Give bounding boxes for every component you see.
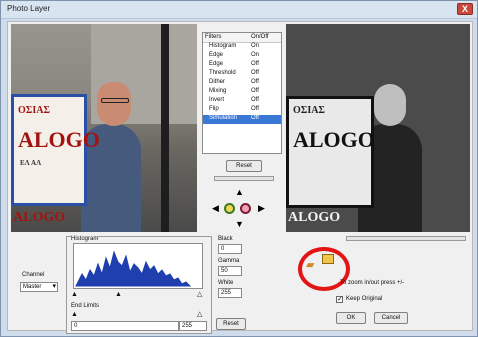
arrow-left-icon[interactable]: ◀: [212, 204, 219, 213]
keep-original-checkbox[interactable]: [336, 295, 343, 304]
filter-name: Threshold: [209, 70, 236, 76]
filter-row[interactable]: Edge Off: [203, 61, 281, 70]
end-limit-max-handle-icon[interactable]: △: [197, 311, 202, 318]
zoom-out-icon[interactable]: [240, 203, 251, 214]
histogram-curve: [75, 250, 192, 287]
filter-name: Edge: [209, 52, 224, 58]
filter-name: Dither: [209, 79, 226, 85]
filters-header: Filters On/Off: [203, 33, 281, 43]
filter-row[interactable]: Dither Off: [203, 79, 281, 88]
filter-row[interactable]: Flip Off: [203, 106, 281, 115]
filter-name: Simulation: [209, 115, 238, 121]
sign-text-1: ΟΣΙΑΣ: [18, 105, 50, 116]
photo-layer-window: Photo Layer X ΟΣΙΑΣ ALOGO ΕΛ ΑΛ ALOGO Fi…: [0, 0, 478, 337]
processed-photo: ΟΣΙΑΣ ALOGO ALOGO: [286, 24, 470, 232]
black-input[interactable]: 0: [218, 244, 242, 254]
processed-person-head: [374, 84, 406, 126]
histogram-label: Histogram: [71, 236, 99, 242]
cancel-button[interactable]: Cancel: [374, 312, 408, 324]
filter-row[interactable]: Edge On: [203, 52, 281, 61]
filter-state: Off: [251, 106, 259, 112]
filter-name: Flip: [209, 106, 219, 112]
end-limit-min-input[interactable]: 0: [71, 321, 179, 331]
pan-zoom-controls: ▲ ▼ ◀ ▶: [208, 188, 270, 230]
filter-row[interactable]: Histogram On: [203, 43, 281, 52]
end-limit-max-input[interactable]: 255: [179, 321, 207, 331]
filter-row[interactable]: Invert Off: [203, 97, 281, 106]
black-label: Black: [218, 236, 233, 242]
filters-header-state: On/Off: [251, 34, 269, 40]
dialog-body: ΟΣΙΑΣ ALOGO ΕΛ ΑΛ ALOGO Filters On/Off H…: [7, 21, 473, 334]
histogram-white-handle-icon[interactable]: △: [197, 291, 202, 298]
white-label: White: [218, 280, 234, 286]
filter-state: Off: [251, 79, 259, 85]
processed-sign-text-2: ALOGO: [293, 127, 375, 152]
view-slider[interactable]: [346, 236, 466, 241]
filter-strength-slider[interactable]: [214, 176, 274, 181]
filter-row[interactable]: Threshold Off: [203, 70, 281, 79]
close-button[interactable]: X: [457, 3, 473, 15]
photo-sign: ΟΣΙΑΣ ALOGO ΕΛ ΑΛ: [11, 94, 100, 206]
arrow-up-icon[interactable]: ▲: [235, 188, 244, 197]
window-title: Photo Layer: [7, 4, 51, 13]
arrow-right-icon[interactable]: ▶: [258, 204, 265, 213]
sign-text-4: ALOGO: [13, 210, 66, 225]
levels-reset-button[interactable]: Reset: [216, 318, 246, 330]
end-limits-label: End Limits: [71, 303, 100, 309]
filter-name: Histogram: [209, 43, 237, 49]
photo-pole: [161, 24, 169, 232]
filter-state: Off: [251, 88, 259, 94]
filter-state: Off: [251, 70, 259, 76]
gamma-label: Gamma: [218, 258, 240, 264]
end-limit-min-handle-icon[interactable]: ▲: [71, 311, 78, 318]
histogram-black-handle-icon[interactable]: ▲: [71, 291, 78, 298]
filter-name: Invert: [209, 97, 225, 103]
filters-list[interactable]: Filters On/Off Histogram On Edge On Edge Of…: [202, 32, 282, 154]
keep-original-label: Keep Original: [346, 296, 383, 302]
processed-sign-text-1: ΟΣΙΑΣ: [293, 105, 325, 116]
filter-row-selected[interactable]: Simulation Off: [203, 115, 281, 124]
filter-state: On: [251, 52, 260, 58]
photo-person-head: [97, 82, 131, 126]
photo-glasses: [101, 98, 129, 103]
filter-name: Edge: [209, 61, 224, 67]
filters-header-name: Filters: [205, 34, 222, 40]
processed-sign-text-3: ALOGO: [288, 210, 341, 225]
sign-text-2: ALOGO: [18, 127, 100, 152]
filters-reset-button[interactable]: Reset: [226, 160, 262, 172]
histogram-gamma-handle-icon[interactable]: ▲: [115, 291, 122, 298]
ok-button[interactable]: OK: [336, 312, 366, 324]
histogram-chart: [73, 243, 203, 289]
gamma-input[interactable]: 50: [218, 266, 242, 276]
filter-name: Mixing: [209, 88, 227, 94]
histogram-group: Histogram ▲ ▲ △ End Limits ▲ △ 0 255: [66, 236, 212, 334]
filter-row[interactable]: Mixing Off: [203, 88, 281, 97]
arrow-down-icon[interactable]: ▼: [235, 220, 244, 229]
original-photo: ΟΣΙΑΣ ALOGO ΕΛ ΑΛ ALOGO: [11, 24, 197, 232]
filter-state: On: [251, 43, 260, 49]
zoom-in-icon[interactable]: [224, 203, 235, 214]
filter-state: Off: [251, 115, 259, 121]
white-input[interactable]: 255: [218, 288, 242, 298]
title-bar[interactable]: Photo Layer X: [1, 1, 477, 19]
channel-select[interactable]: Master: [20, 282, 58, 292]
filter-state: Off: [251, 97, 259, 103]
filter-state: Off: [251, 61, 259, 67]
zoom-hint-text: To zoom in/out press +/-: [340, 280, 405, 286]
sign-text-3: ΕΛ ΑΛ: [20, 159, 42, 167]
processed-sign: ΟΣΙΑΣ ALOGO: [286, 96, 375, 208]
channel-label: Channel: [22, 272, 45, 278]
